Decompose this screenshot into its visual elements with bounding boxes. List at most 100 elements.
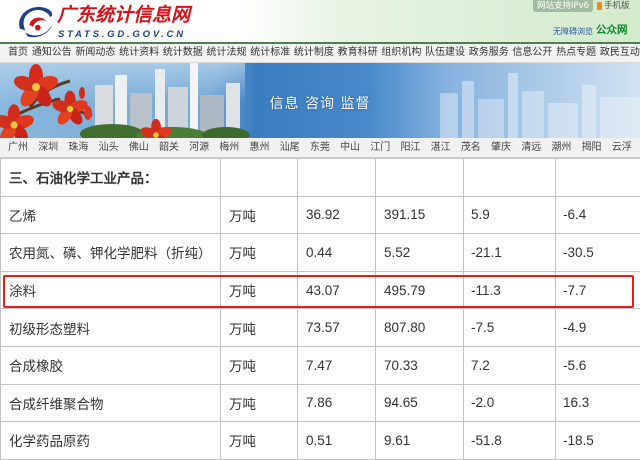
- city-links-bar: 广州 深圳 珠海 汕头 佛山 韶关 河源 梅州 惠州 汕尾 东莞 中山 江门 阳…: [0, 138, 640, 158]
- nav-item-stat-data[interactable]: 统计数据: [163, 47, 203, 59]
- city-link[interactable]: 茂名: [461, 142, 481, 154]
- city-link[interactable]: 肇庆: [491, 142, 511, 154]
- unit-cell: 万吨: [220, 270, 298, 310]
- city-link[interactable]: 清远: [521, 142, 541, 154]
- value-cell-2: 391.15: [375, 195, 464, 235]
- table-row: 涂料 万吨 43.07 495.79 -11.3 -7.7: [0, 270, 640, 310]
- value-cell-2: 94.65: [375, 383, 464, 423]
- public-net-link[interactable]: 公众网: [596, 24, 628, 37]
- logo-domain: STATS.GD.GOV.CN: [58, 29, 186, 40]
- mobile-version-link[interactable]: 手机版: [604, 0, 630, 12]
- accessibility-link[interactable]: 无障碍浏览: [553, 27, 593, 37]
- empty-cell: [375, 158, 464, 197]
- unit-cell: 万吨: [220, 383, 298, 423]
- industrial-products-table: 三、石油化学工业产品： 乙烯 万吨 36.92 391.15 5.9 -6.4 …: [0, 158, 640, 460]
- ipv6-badge: 网站支持IPv6: [533, 0, 594, 12]
- value-cell-3: -21.1: [463, 233, 556, 272]
- value-cell-2: 5.52: [375, 233, 464, 272]
- nav-item-home[interactable]: 首页: [8, 47, 28, 59]
- value-cell-4: -4.9: [555, 308, 640, 347]
- value-cell-4: -30.5: [555, 233, 640, 272]
- value-cell-2: 9.61: [375, 421, 464, 460]
- unit-cell: 万吨: [220, 195, 298, 235]
- unit-cell: 万吨: [220, 233, 298, 272]
- value-cell-2: 70.33: [375, 345, 464, 385]
- value-cell-1: 7.47: [297, 345, 376, 385]
- site-header: 广东统计信息网 STATS.GD.GOV.CN 网站支持IPv6 手机版 无障碍…: [0, 0, 640, 44]
- banner: 信息 咨询 监督: [0, 63, 640, 138]
- city-link[interactable]: 湛江: [431, 142, 451, 154]
- nav-item-stat-materials[interactable]: 统计资料: [119, 47, 159, 59]
- value-cell-2: 807.80: [375, 308, 464, 347]
- empty-cell: [555, 158, 640, 197]
- banner-slogan: 信息 咨询 监督: [269, 96, 371, 112]
- city-link[interactable]: 河源: [189, 142, 209, 154]
- city-link[interactable]: 佛山: [129, 142, 149, 154]
- nav-item-stat-laws[interactable]: 统计法规: [207, 47, 247, 59]
- nav-item-news[interactable]: 新闻动态: [75, 47, 115, 59]
- nav-item-organization[interactable]: 组织机构: [381, 47, 421, 59]
- value-cell-3: -11.3: [463, 270, 556, 310]
- city-link[interactable]: 珠海: [68, 142, 88, 154]
- city-link[interactable]: 汕头: [99, 142, 119, 154]
- table-row: 合成纤维聚合物 万吨 7.86 94.65 -2.0 16.3: [0, 383, 640, 423]
- value-cell-3: 5.9: [463, 195, 556, 235]
- city-link[interactable]: 云浮: [612, 142, 632, 154]
- product-name-cell: 合成橡胶: [0, 345, 221, 385]
- value-cell-2: 495.79: [375, 270, 464, 310]
- unit-cell: 万吨: [220, 421, 298, 460]
- table-row: 农用氮、磷、钾化学肥料（折纯） 万吨 0.44 5.52 -21.1 -30.5: [0, 233, 640, 272]
- value-cell-1: 0.51: [297, 421, 376, 460]
- table-row: 初级形态塑料 万吨 73.57 807.80 -7.5 -4.9: [0, 308, 640, 347]
- city-link[interactable]: 东莞: [310, 142, 330, 154]
- city-link[interactable]: 汕尾: [280, 142, 300, 154]
- value-cell-4: -7.7: [555, 270, 640, 310]
- city-link[interactable]: 广州: [8, 142, 28, 154]
- value-cell-4: 16.3: [555, 383, 640, 423]
- nav-item-stat-systems[interactable]: 统计制度: [294, 47, 334, 59]
- nav-item-notices[interactable]: 通知公告: [32, 47, 72, 59]
- table-row: 化学药品原药 万吨 0.51 9.61 -51.8 -18.5: [0, 421, 640, 460]
- value-cell-4: -18.5: [555, 421, 640, 460]
- city-link[interactable]: 中山: [340, 142, 360, 154]
- empty-cell: [220, 158, 298, 197]
- nav-item-stat-standards[interactable]: 统计标准: [250, 47, 290, 59]
- value-cell-3: 7.2: [463, 345, 556, 385]
- city-link[interactable]: 揭阳: [582, 142, 602, 154]
- phone-icon: [597, 2, 602, 10]
- city-link[interactable]: 梅州: [219, 142, 239, 154]
- city-link[interactable]: 阳江: [400, 142, 420, 154]
- empty-cell: [463, 158, 556, 197]
- product-name-cell: 乙烯: [0, 195, 221, 235]
- site-logo[interactable]: 广东统计信息网 STATS.GD.GOV.CN: [0, 0, 200, 42]
- section-title: 三、石油化学工业产品：: [0, 158, 221, 197]
- product-name-cell: 涂料: [0, 270, 221, 310]
- empty-cell: [297, 158, 376, 197]
- value-cell-3: -51.8: [463, 421, 556, 460]
- main-nav: 首页 通知公告 新闻动态 统计资料 统计数据 统计法规 统计标准 统计制度 教育…: [0, 44, 640, 63]
- product-name-cell: 合成纤维聚合物: [0, 383, 221, 423]
- city-link[interactable]: 潮州: [551, 142, 571, 154]
- city-link[interactable]: 惠州: [250, 142, 270, 154]
- nav-item-research[interactable]: 教育科研: [338, 47, 378, 59]
- city-link[interactable]: 江门: [370, 142, 390, 154]
- nav-item-disclosure[interactable]: 信息公开: [512, 47, 552, 59]
- city-link[interactable]: 韶关: [159, 142, 179, 154]
- nav-item-gov-services[interactable]: 政务服务: [469, 47, 509, 59]
- table-row: 乙烯 万吨 36.92 391.15 5.9 -6.4: [0, 195, 640, 235]
- value-cell-1: 73.57: [297, 308, 376, 347]
- nav-item-topics[interactable]: 热点专题: [556, 47, 596, 59]
- product-name-cell: 初级形态塑料: [0, 308, 221, 347]
- value-cell-1: 36.92: [297, 195, 376, 235]
- nav-item-interaction[interactable]: 政民互动: [600, 47, 640, 59]
- swirl-logo-icon: [19, 6, 53, 38]
- value-cell-3: -7.5: [463, 308, 556, 347]
- value-cell-4: -6.4: [555, 195, 640, 235]
- nav-item-team[interactable]: 队伍建设: [425, 47, 465, 59]
- city-link[interactable]: 深圳: [38, 142, 58, 154]
- unit-cell: 万吨: [220, 345, 298, 385]
- logo-title: 广东统计信息网: [57, 4, 191, 26]
- product-name-cell: 化学药品原药: [0, 421, 221, 460]
- value-cell-3: -2.0: [463, 383, 556, 423]
- section-header-row: 三、石油化学工业产品：: [0, 158, 640, 197]
